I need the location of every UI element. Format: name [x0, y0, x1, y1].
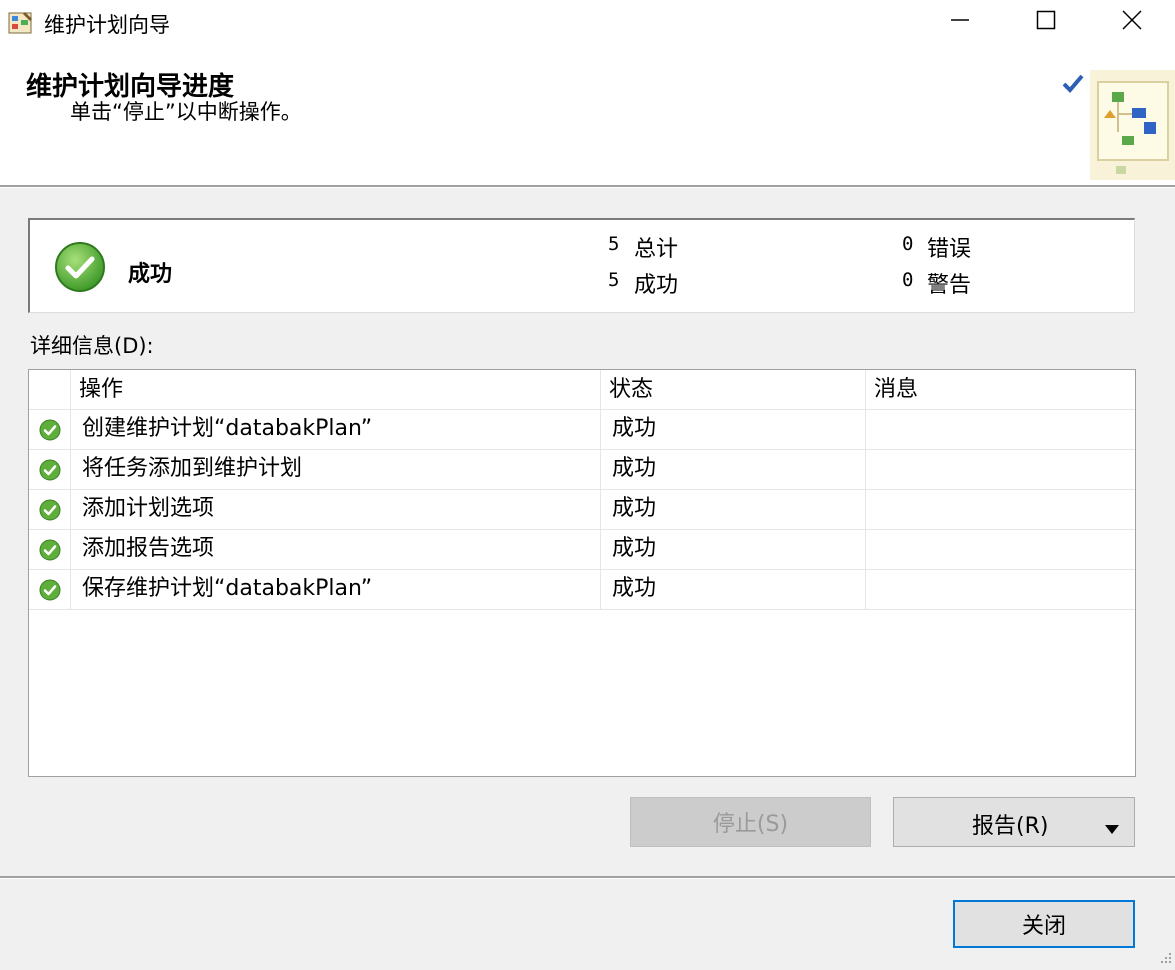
total-label: 总计 [634, 237, 679, 262]
row-action: 创建维护计划“databakPlan” [71, 410, 601, 450]
table-header: 操作 状态 消息 [29, 370, 1135, 410]
resize-grip-icon[interactable] [1155, 950, 1173, 968]
row-status: 成功 [601, 490, 866, 530]
header-divider-highlight [0, 187, 1175, 188]
row-message [866, 530, 1135, 570]
column-header-action[interactable]: 操作 [71, 370, 601, 410]
row-success-icon [29, 410, 71, 450]
row-success-icon [29, 450, 71, 490]
success-count: 5 [608, 269, 620, 291]
stop-button[interactable]: 停止(S) [630, 797, 871, 847]
row-action: 添加报告选项 [71, 530, 601, 570]
success-check-icon [54, 241, 106, 293]
close-icon [1121, 9, 1143, 37]
maximize-icon [1036, 10, 1056, 36]
report-button-label: 报告(R) [972, 814, 1049, 839]
table-row[interactable]: 添加计划选项 成功 [29, 490, 1135, 530]
wizard-header: 维护计划向导进度 单击“停止”以中断操作。 [0, 48, 1175, 185]
row-success-icon [29, 570, 71, 610]
row-message [866, 490, 1135, 530]
minimize-icon [950, 10, 970, 36]
table-row[interactable]: 将任务添加到维护计划 成功 [29, 450, 1135, 490]
error-count: 0 [902, 233, 914, 255]
row-success-icon [29, 530, 71, 570]
maintenance-plan-flowchart-icon [1058, 62, 1175, 180]
maximize-button[interactable] [1003, 0, 1089, 46]
row-success-icon [29, 490, 71, 530]
details-table[interactable]: 操作 状态 消息 创建维护计划“databakPlan” 成功 将任务添加到维护… [28, 369, 1136, 777]
window-title: 维护计划向导 [44, 13, 170, 37]
row-message [866, 410, 1135, 450]
error-label: 错误 [927, 237, 972, 262]
warning-count: 0 [902, 269, 914, 291]
row-action: 将任务添加到维护计划 [71, 450, 601, 490]
close-window-button[interactable] [1089, 0, 1175, 46]
dropdown-arrow-icon [1105, 816, 1119, 841]
warning-label: 警告 [927, 273, 972, 298]
table-row[interactable]: 保存维护计划“databakPlan” 成功 [29, 570, 1135, 610]
row-action: 添加计划选项 [71, 490, 601, 530]
summary-panel: 成功 5 总计 5 成功 0 错误 0 警告 [28, 218, 1135, 313]
title-bar: 维护计划向导 [0, 0, 1175, 48]
overall-status: 成功 [128, 262, 173, 287]
success-label: 成功 [634, 273, 679, 298]
minimize-button[interactable] [917, 0, 1003, 46]
wizard-app-icon [8, 11, 34, 35]
details-label: 详细信息(D): [30, 334, 154, 358]
row-message [866, 570, 1135, 610]
row-message [866, 450, 1135, 490]
page-subtitle: 单击“停止”以中断操作。 [70, 100, 302, 124]
total-count: 5 [608, 233, 620, 255]
row-status: 成功 [601, 410, 866, 450]
table-row[interactable]: 创建维护计划“databakPlan” 成功 [29, 410, 1135, 450]
column-header-status[interactable]: 状态 [601, 370, 866, 410]
row-status: 成功 [601, 450, 866, 490]
footer-divider-highlight [0, 878, 1175, 879]
close-button[interactable]: 关闭 [953, 900, 1135, 948]
report-dropdown-button[interactable]: 报告(R) [893, 797, 1135, 847]
row-status: 成功 [601, 530, 866, 570]
column-header-icon[interactable] [29, 370, 71, 410]
table-row[interactable]: 添加报告选项 成功 [29, 530, 1135, 570]
row-status: 成功 [601, 570, 866, 610]
row-action: 保存维护计划“databakPlan” [71, 570, 601, 610]
column-header-message[interactable]: 消息 [866, 370, 1135, 410]
